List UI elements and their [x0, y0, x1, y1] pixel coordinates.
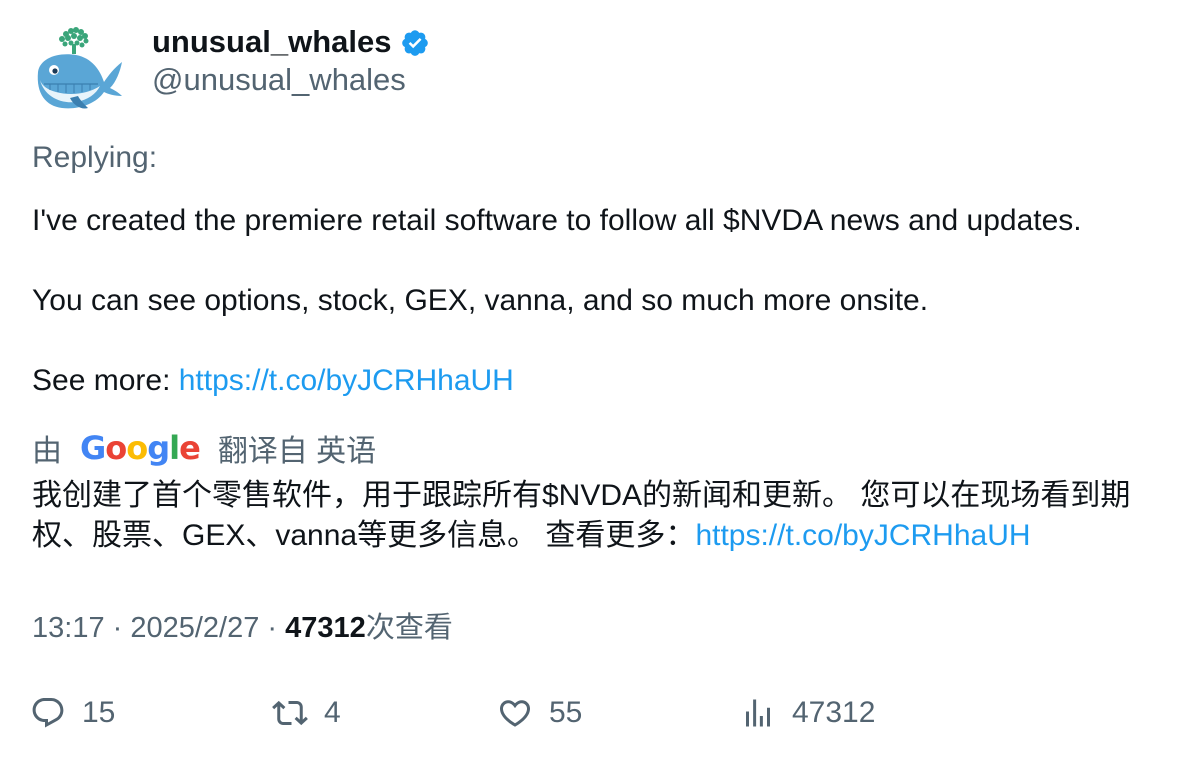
author-handle[interactable]: @unusual_whales [152, 62, 406, 98]
author-name-row: unusual_whales [152, 22, 430, 62]
tweet-line: I've created the premiere retail softwar… [32, 204, 1082, 237]
action-bar: 15 4 55 47312 [0, 690, 1196, 736]
repost-count: 4 [324, 696, 341, 729]
reply-count: 15 [82, 696, 116, 729]
translated-from-label[interactable]: 翻译自 英语 [218, 426, 376, 470]
author-display-name[interactable]: unusual_whales [152, 24, 391, 60]
tweet-date[interactable]: 2025/2/27 [130, 612, 259, 644]
google-letter: l [169, 429, 180, 467]
google-letter: e [179, 429, 201, 467]
translated-by-label: 由 [32, 435, 62, 468]
reply-button[interactable]: 15 [30, 690, 115, 736]
meta-separator: · [104, 612, 131, 644]
view-count: 47312 [285, 612, 366, 644]
views-count: 47312 [792, 696, 876, 729]
google-letter: o [105, 429, 127, 467]
repost-icon [272, 700, 308, 726]
like-button[interactable]: 55 [497, 690, 582, 736]
repost-button[interactable]: 4 [272, 690, 341, 736]
tweet-link[interactable]: https://t.co/byJCRHhaUH [179, 364, 514, 397]
tweet-body: I've created the premiere retail softwar… [32, 201, 1182, 401]
tweet-meta: 13:17 · 2025/2/27 · 47312次查看 [32, 604, 453, 646]
reply-icon [32, 698, 64, 728]
like-count: 55 [549, 696, 583, 729]
translated-text: 我创建了首个零售软件，用于跟踪所有$NVDA的新闻和更新。 您可以在现场看到期权… [32, 476, 1172, 556]
analytics-bar-icon [746, 699, 770, 727]
views-label: 次查看 [365, 612, 453, 644]
see-more-label: See more: [32, 364, 179, 397]
translation-attribution: 由 G o o g l e 翻译自 英语 [32, 426, 376, 470]
views-button[interactable]: 47312 [740, 690, 875, 736]
google-logo: G o o g l e [80, 429, 201, 467]
google-letter: g [147, 429, 170, 467]
heart-icon [499, 700, 531, 727]
replying-label: Replying: [32, 141, 158, 174]
avatar[interactable] [30, 24, 126, 114]
google-letter: o [126, 429, 148, 467]
whale-logo-icon [37, 27, 122, 109]
tweet-time[interactable]: 13:17 [32, 612, 105, 644]
meta-separator: · [259, 612, 286, 644]
tweet-line: See more: https://t.co/byJCRHhaUH [32, 361, 1182, 401]
verified-badge-icon [402, 30, 429, 56]
translated-link[interactable]: https://t.co/byJCRHhaUH [695, 519, 1030, 552]
tweet-line: You can see options, stock, GEX, vanna, … [32, 284, 929, 317]
google-letter: G [80, 429, 106, 467]
